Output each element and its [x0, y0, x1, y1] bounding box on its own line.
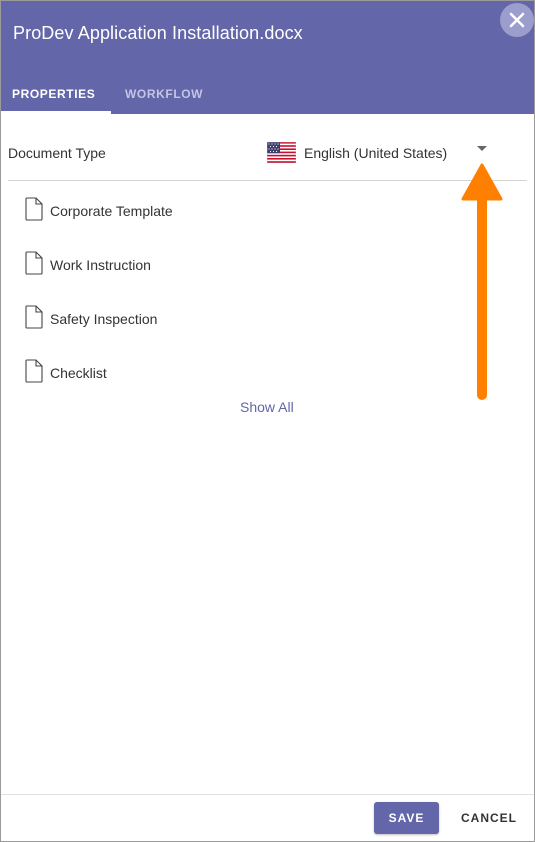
properties-dialog: ProDev Application Installation.docx PRO…: [0, 0, 535, 842]
list-item[interactable]: Work Instruction: [24, 251, 324, 277]
list-item[interactable]: Safety Inspection: [24, 305, 324, 331]
tab-workflow-label: WORKFLOW: [125, 87, 204, 101]
dialog-header: ProDev Application Installation.docx PRO…: [1, 1, 534, 114]
list-item-label: Corporate Template: [50, 203, 173, 219]
document-icon: [25, 359, 43, 383]
tab-properties[interactable]: PROPERTIES: [1, 85, 111, 114]
selected-language: English (United States): [304, 145, 448, 161]
caret-down-icon: [477, 146, 487, 151]
section-divider: [8, 180, 527, 181]
document-icon: [25, 305, 43, 329]
list-item-label: Work Instruction: [50, 257, 151, 273]
tab-workflow[interactable]: WORKFLOW: [125, 85, 215, 114]
us-flag-icon: [267, 142, 296, 163]
tab-properties-label: PROPERTIES: [12, 87, 96, 101]
document-icon: [25, 197, 43, 221]
document-icon: [25, 251, 43, 275]
cancel-button[interactable]: CANCEL: [453, 802, 525, 834]
save-button[interactable]: SAVE: [374, 802, 439, 834]
annotation-arrow-icon: [461, 163, 503, 400]
document-type-label: Document Type: [8, 145, 106, 161]
active-tab-indicator: [1, 111, 111, 114]
show-all-link[interactable]: Show All: [240, 399, 294, 415]
list-item[interactable]: Corporate Template: [24, 197, 324, 223]
footer-divider: [1, 794, 534, 795]
list-item-label: Safety Inspection: [50, 311, 158, 327]
close-icon: [509, 12, 525, 28]
list-item-label: Checklist: [50, 365, 107, 381]
list-item[interactable]: Checklist: [24, 359, 324, 385]
dialog-title: ProDev Application Installation.docx: [13, 23, 303, 43]
close-button[interactable]: [500, 3, 534, 37]
